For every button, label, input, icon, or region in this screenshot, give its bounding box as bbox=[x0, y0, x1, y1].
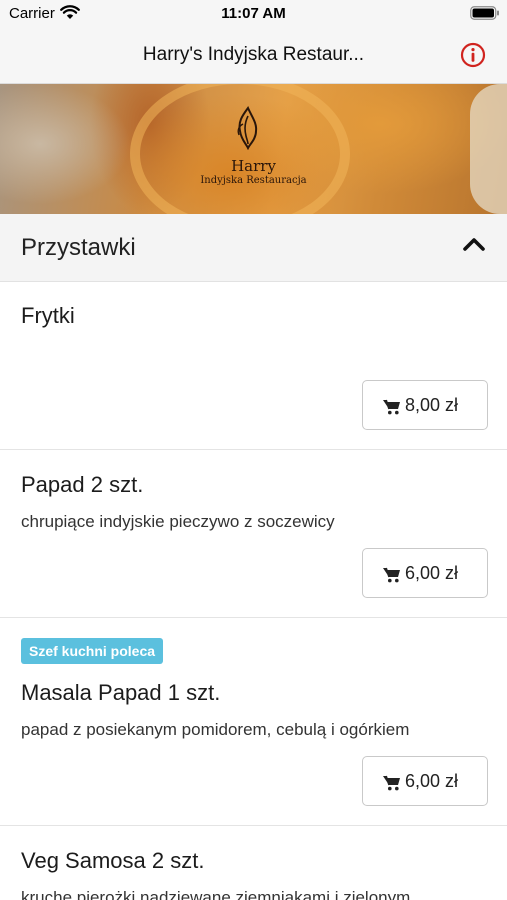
item-name: Masala Papad 1 szt. bbox=[21, 680, 221, 705]
item-price: 8,00 zł bbox=[405, 395, 459, 415]
add-to-cart-button[interactable]: 8,00 zł bbox=[362, 380, 488, 430]
info-icon[interactable] bbox=[460, 42, 486, 68]
menu-item: Papad 2 szt. chrupiące indyjskie pieczyw… bbox=[0, 450, 507, 618]
hero-banner: Harry Indyjska Restauracja bbox=[0, 84, 507, 214]
chef-recommends-badge: Szef kuchni poleca bbox=[21, 638, 164, 664]
item-price: 6,00 zł bbox=[405, 563, 459, 583]
cart-icon bbox=[383, 567, 400, 583]
menu-item: Frytki 8,00 zł bbox=[0, 283, 507, 450]
item-description: chrupiące indyjskie pieczywo z soczewicy bbox=[21, 512, 335, 531]
item-description: kruche pierożki nadziewane ziemniakami i… bbox=[21, 888, 411, 900]
logo-name: Harry bbox=[231, 157, 276, 175]
item-name: Veg Samosa 2 szt. bbox=[21, 848, 205, 873]
item-price: 6,00 zł bbox=[405, 771, 459, 791]
battery-icon bbox=[470, 6, 499, 20]
add-to-cart-button[interactable]: 6,00 zł bbox=[362, 756, 488, 806]
navigation-bar: Harry's Indyjska Restaur... bbox=[0, 26, 507, 84]
hero-plate-edge bbox=[470, 84, 507, 214]
logo-subtitle: Indyjska Restauracja bbox=[200, 175, 307, 186]
item-description: papad z posiekanym pomidorem, cebulą i o… bbox=[21, 720, 410, 739]
item-name: Papad 2 szt. bbox=[21, 472, 144, 497]
status-bar: Carrier 11:07 AM bbox=[0, 0, 507, 26]
chili-logo-icon bbox=[237, 106, 258, 150]
cart-icon bbox=[383, 775, 400, 791]
item-name: Frytki bbox=[21, 303, 75, 328]
section-header-przystawki[interactable]: Przystawki bbox=[0, 214, 507, 282]
menu-item: Veg Samosa 2 szt. kruche pierożki nadzie… bbox=[0, 826, 507, 900]
chevron-up-icon[interactable] bbox=[462, 236, 486, 252]
menu-item: Szef kuchni poleca Masala Papad 1 szt. p… bbox=[0, 618, 507, 826]
restaurant-title: Harry's Indyjska Restaur... bbox=[142, 44, 365, 65]
add-to-cart-button[interactable]: 6,00 zł bbox=[362, 548, 488, 598]
cart-icon bbox=[383, 399, 400, 415]
clock-time: 11:07 AM bbox=[221, 5, 286, 22]
section-title: Przystawki bbox=[21, 234, 136, 261]
